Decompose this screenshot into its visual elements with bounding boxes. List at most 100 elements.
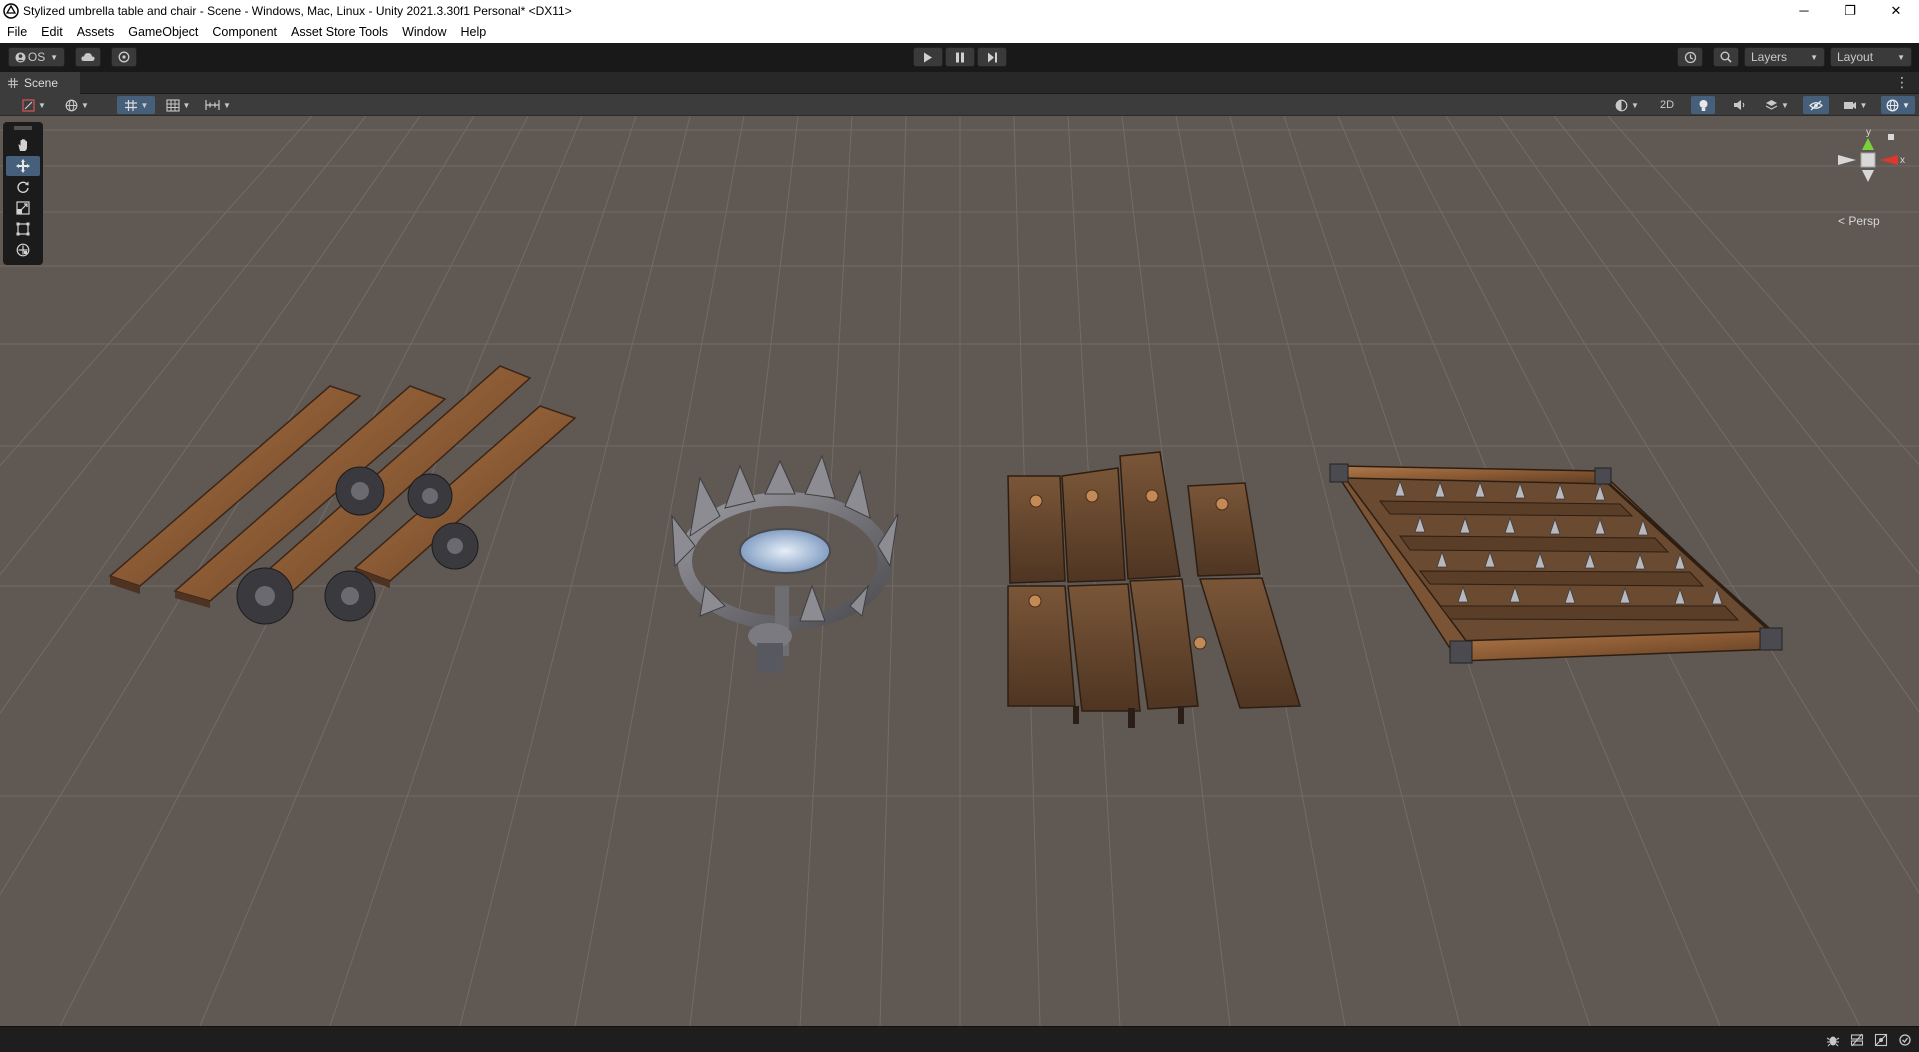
title-bar: Stylized umbrella table and chair - Scen… — [0, 0, 1919, 21]
minimize-button[interactable]: ─ — [1781, 0, 1827, 21]
scene-viewport[interactable]: y x < Persp — [0, 116, 1919, 1026]
shading-dropdown[interactable]: ▼ — [1611, 96, 1643, 114]
scene-tab-bar: Scene ⋮ — [0, 72, 1919, 94]
scene-visibility-toggle[interactable] — [1803, 96, 1829, 114]
saw-blade-planks-model — [108, 365, 577, 625]
scene-toolbar: ▼ ▼ ▼ ▼ ▼ ▼ 2D ▼ ▼ ▼ — [0, 94, 1919, 116]
drag-handle[interactable] — [6, 126, 40, 132]
cloud-icon — [81, 53, 95, 61]
effects-dropdown[interactable]: ▼ — [1760, 96, 1794, 114]
gizmo-globe-icon — [1886, 99, 1899, 111]
cache-server-icon[interactable] — [1849, 1032, 1865, 1048]
speaker-icon — [1733, 100, 1744, 110]
lighting-toggle[interactable] — [1691, 96, 1715, 114]
cloud-button[interactable] — [75, 47, 101, 67]
spike-bed-model — [1329, 463, 1783, 664]
rect-tool-button[interactable] — [6, 219, 40, 239]
gizmo-neg-x-axis[interactable] — [1838, 155, 1856, 165]
play-button[interactable] — [913, 47, 943, 67]
account-icon — [15, 51, 26, 63]
play-icon — [924, 52, 932, 62]
wooden-plank-trap-model — [1007, 451, 1301, 728]
account-label: OS — [27, 50, 46, 64]
play-controls — [913, 47, 1007, 67]
window-title: Stylized umbrella table and chair - Scen… — [23, 3, 572, 18]
transform-tool-button[interactable] — [6, 240, 40, 260]
orientation-gizmo[interactable]: y x — [1830, 126, 1910, 226]
rotate-tool-button[interactable] — [6, 177, 40, 197]
pause-button[interactable] — [945, 47, 975, 67]
account-dropdown[interactable]: OS ▼ — [8, 47, 65, 67]
pause-icon — [956, 52, 964, 62]
tab-scene-label: Scene — [24, 76, 59, 90]
chevron-down-icon: ▼ — [1902, 100, 1910, 110]
grid-icon — [165, 98, 180, 112]
chevron-down-icon: ▼ — [1897, 52, 1905, 62]
projection-label-text: Persp — [1848, 214, 1880, 228]
services-button[interactable] — [111, 47, 137, 67]
globe-icon — [65, 99, 78, 111]
chevron-down-icon: ▼ — [1859, 100, 1868, 110]
shaded-mode-icon — [22, 98, 35, 112]
auto-generate-lighting-icon[interactable] — [1873, 1032, 1889, 1048]
mode-2d-toggle[interactable]: 2D — [1652, 96, 1682, 114]
bear-trap-model — [671, 454, 899, 673]
status-bar — [0, 1026, 1919, 1052]
move-arrows-icon — [16, 159, 30, 173]
gizmo-lock-icon[interactable] — [1888, 134, 1894, 140]
restore-button[interactable]: ❐ — [1827, 0, 1873, 21]
scene-grid-icon — [8, 78, 18, 88]
gizmos-dropdown[interactable]: ▼ — [1881, 96, 1915, 114]
menu-window[interactable]: Window — [395, 21, 453, 43]
progress-spinner-icon[interactable] — [1897, 1032, 1913, 1048]
menu-gameobject[interactable]: GameObject — [121, 21, 205, 43]
close-button[interactable]: ✕ — [1873, 0, 1919, 21]
layers-stack-icon — [1765, 100, 1778, 110]
gizmo-center-cube[interactable] — [1860, 152, 1876, 168]
gizmo-neg-y-axis[interactable] — [1862, 170, 1874, 182]
camera-settings-dropdown[interactable]: ▼ — [1838, 96, 1872, 114]
gizmo-y-axis[interactable] — [1862, 138, 1874, 150]
scale-tool-button[interactable] — [6, 198, 40, 218]
main-toolbar: OS ▼ Layers ▼ Layout ▼ — [0, 43, 1919, 72]
light-bulb-icon — [1699, 99, 1707, 111]
increment-snap-dropdown[interactable]: ▼ — [201, 96, 235, 114]
menu-file[interactable]: File — [0, 21, 34, 43]
unity-logo-icon — [3, 2, 19, 19]
debug-bug-icon[interactable] — [1825, 1032, 1841, 1048]
move-tool-button[interactable] — [6, 156, 40, 176]
chevron-down-icon: ▼ — [223, 100, 231, 110]
eye-slash-icon — [1809, 100, 1823, 110]
step-button[interactable] — [977, 47, 1007, 67]
chevron-down-icon: ▼ — [1631, 100, 1639, 110]
grid-visibility-dropdown[interactable]: ▼ — [160, 96, 196, 114]
layers-label: Layers — [1751, 50, 1788, 64]
scene-render — [0, 116, 1919, 1026]
layout-label: Layout — [1837, 50, 1874, 64]
menu-component[interactable]: Component — [205, 21, 284, 43]
chevron-down-icon: ▼ — [38, 100, 46, 110]
search-button[interactable] — [1713, 47, 1739, 67]
step-icon — [987, 52, 997, 62]
audio-toggle[interactable] — [1727, 96, 1751, 114]
global-local-dropdown[interactable]: ▼ — [60, 96, 94, 114]
layers-dropdown[interactable]: Layers ▼ — [1744, 47, 1825, 67]
menu-assets[interactable]: Assets — [70, 21, 122, 43]
transform-icon — [16, 243, 30, 257]
menu-asset-store-tools[interactable]: Asset Store Tools — [284, 21, 395, 43]
view-tool-button[interactable] — [6, 135, 40, 155]
menu-help[interactable]: Help — [454, 21, 494, 43]
menu-edit[interactable]: Edit — [34, 21, 70, 43]
chevron-down-icon: ▼ — [140, 100, 149, 110]
layout-dropdown[interactable]: Layout ▼ — [1830, 47, 1912, 67]
rotate-icon — [17, 181, 29, 193]
more-options-icon[interactable]: ⋮ — [1895, 75, 1909, 89]
grid-snapping-toggle[interactable]: ▼ — [117, 96, 155, 114]
scale-icon — [16, 201, 30, 215]
gizmo-x-axis[interactable] — [1880, 155, 1898, 165]
draw-mode-dropdown[interactable]: ▼ — [18, 96, 50, 114]
undo-history-button[interactable] — [1677, 47, 1703, 67]
projection-label[interactable]: < Persp — [1838, 214, 1880, 228]
gizmo-y-label: y — [1866, 127, 1871, 138]
tab-scene[interactable]: Scene — [0, 72, 80, 94]
